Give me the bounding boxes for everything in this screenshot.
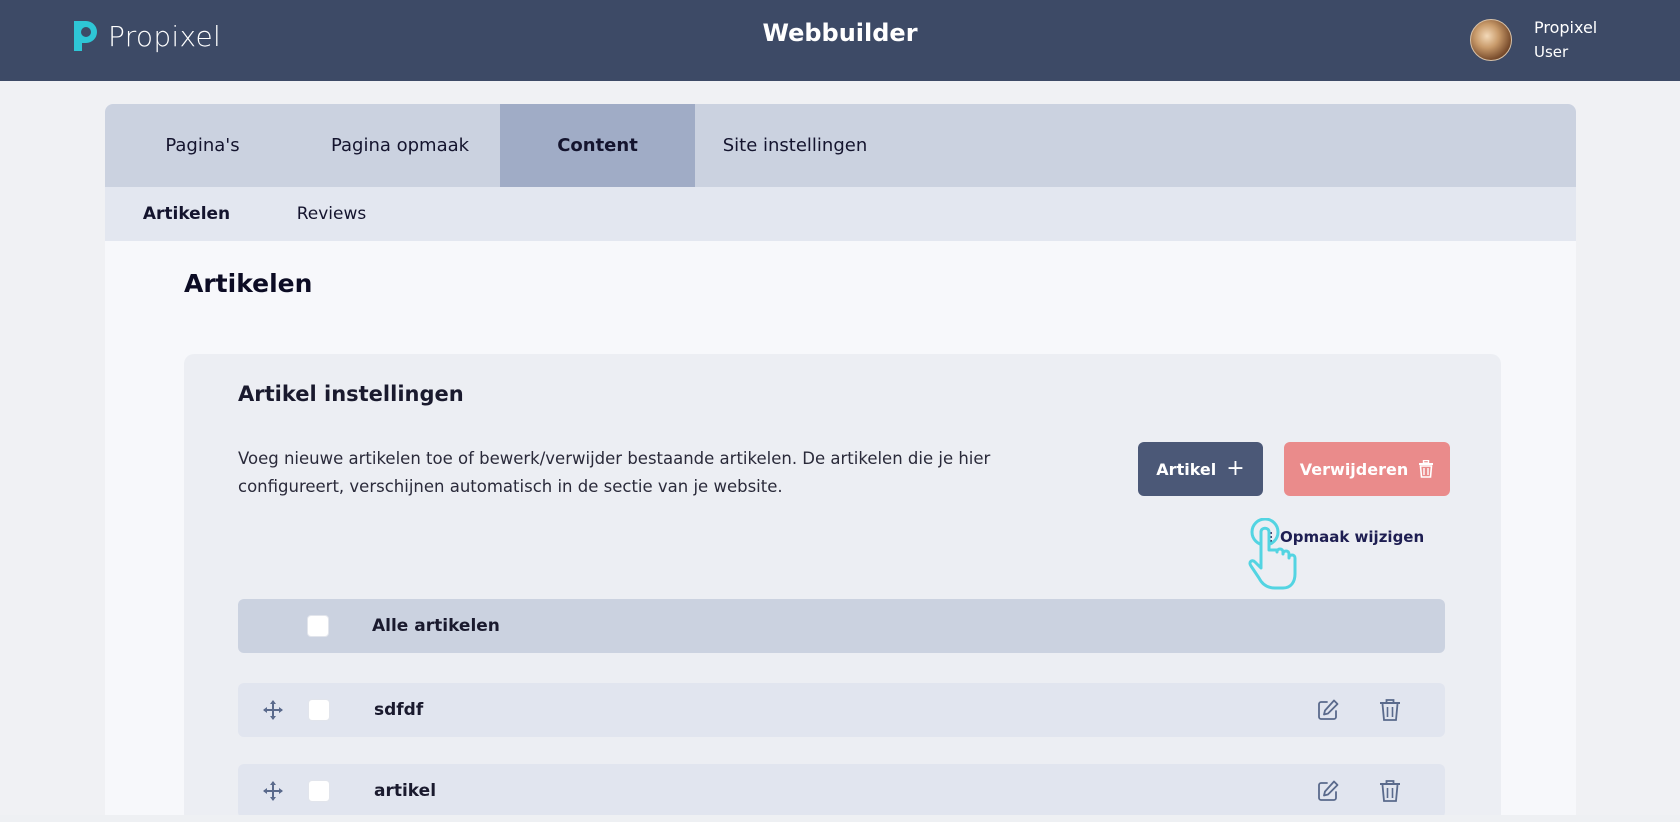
main-card: Pagina's Pagina opmaak Content Site inst… <box>105 104 1576 822</box>
tab-site-instellingen[interactable]: Site instellingen <box>695 104 895 187</box>
user-name: Propixel <box>1534 18 1598 37</box>
avatar[interactable] <box>1470 19 1512 61</box>
page-bottom-edge <box>0 815 1680 822</box>
add-article-button[interactable]: Artikel + <box>1138 442 1263 496</box>
edit-icon[interactable] <box>1316 779 1340 803</box>
article-title: sdfdf <box>374 700 424 720</box>
move-icon[interactable] <box>262 699 284 721</box>
subtab-artikelen[interactable]: Artikelen <box>105 187 268 241</box>
pointer-hand-icon <box>1248 518 1297 590</box>
move-icon[interactable] <box>262 780 284 802</box>
select-all-checkbox[interactable] <box>307 615 329 637</box>
delete-articles-label: Verwijderen <box>1299 459 1409 479</box>
list-item: artikel <box>238 764 1445 818</box>
change-layout-label: Opmaak wijzigen <box>1280 528 1425 546</box>
panel-title: Artikel instellingen <box>238 382 464 406</box>
tab-content[interactable]: Content <box>500 104 695 187</box>
article-settings-panel: Artikel instellingen Voeg nieuwe artikel… <box>184 354 1501 822</box>
subtab-reviews[interactable]: Reviews <box>268 187 395 241</box>
app-title: Webbuilder <box>762 19 918 47</box>
row-checkbox[interactable] <box>308 699 330 721</box>
user-role: User <box>1534 43 1569 61</box>
article-title: artikel <box>374 781 437 801</box>
panel-description: Voeg nieuwe artikelen toe of bewerk/verw… <box>238 449 991 496</box>
add-article-label: Artikel <box>1156 459 1217 479</box>
list-item: sdfdf <box>238 683 1445 737</box>
delete-articles-button[interactable]: Verwijderen <box>1284 442 1450 496</box>
plus-icon: + <box>1226 456 1245 481</box>
tab-pagina-opmaak[interactable]: Pagina opmaak <box>300 104 500 187</box>
trash-icon[interactable] <box>1379 779 1401 803</box>
main-tabs: Pagina's Pagina opmaak Content Site inst… <box>105 104 1576 187</box>
top-bar: Propixel Webbuilder Propixel User <box>0 0 1680 81</box>
list-header-label: Alle artikelen <box>372 616 500 636</box>
edit-icon[interactable] <box>1316 698 1340 722</box>
tab-paginas[interactable]: Pagina's <box>105 104 300 187</box>
trash-icon <box>1419 460 1434 478</box>
sub-tabs: Artikelen Reviews <box>105 187 1576 241</box>
row-checkbox[interactable] <box>308 780 330 802</box>
trash-icon[interactable] <box>1379 698 1401 722</box>
list-header: Alle artikelen <box>238 599 1445 653</box>
user-menu[interactable]: Propixel User <box>1470 16 1597 64</box>
page-title: Artikelen <box>184 269 313 298</box>
